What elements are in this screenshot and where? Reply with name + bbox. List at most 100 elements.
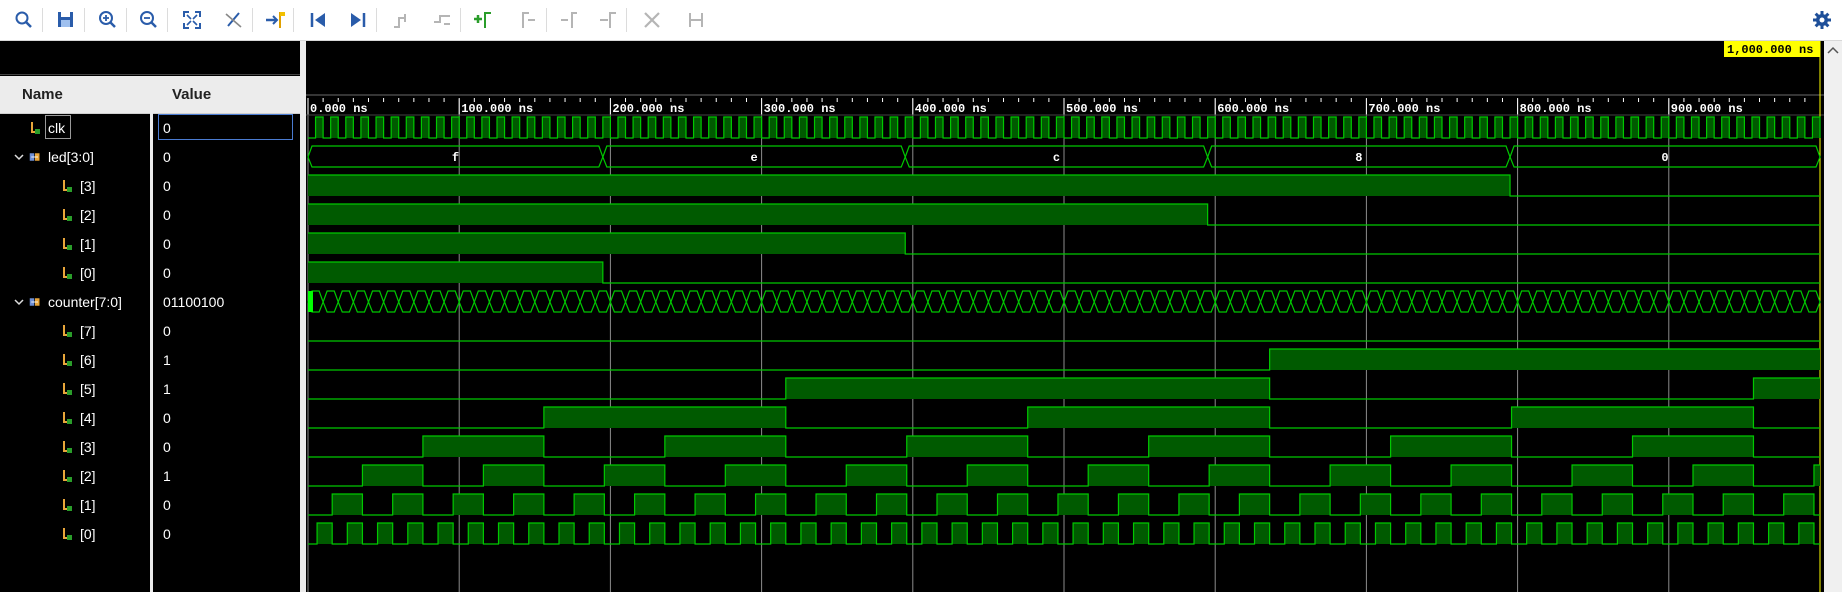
value-column-header[interactable]: Value	[172, 86, 211, 103]
bit-signal-icon	[63, 354, 72, 366]
wave-high-fill	[1600, 117, 1609, 138]
toolbar-separator	[126, 8, 127, 32]
next-transition-icon	[434, 15, 450, 25]
wave-high-fill	[965, 117, 974, 138]
wave-high-fill	[1118, 494, 1149, 515]
zoom-fit-button[interactable]	[180, 8, 204, 32]
wave-high-fill	[1525, 117, 1533, 138]
wave-high-fill	[935, 117, 944, 138]
wave-high-fill	[1132, 117, 1140, 138]
scroll-up-arrow-icon[interactable]	[1824, 41, 1842, 61]
wave-high-fill	[1481, 494, 1512, 515]
waveform-canvas[interactable]: 0.000 ns 100.000 ns 200.000 ns 300.000 ns 40…	[306, 41, 1824, 592]
counter-bus-segment	[443, 290, 460, 313]
signal-name[interactable]: [1]	[80, 234, 96, 254]
counter-bus-segment	[1275, 290, 1292, 313]
counter-bus-segment	[413, 290, 430, 313]
zoom-out-button[interactable]	[137, 8, 161, 32]
wave-high-fill	[481, 117, 490, 138]
wave-high-fill	[708, 117, 717, 138]
wave-high-fill	[1617, 523, 1633, 544]
signal-name[interactable]: [3]	[80, 176, 96, 196]
vertical-scrollbar[interactable]	[1824, 41, 1842, 592]
save-button[interactable]	[54, 8, 78, 32]
bit-signal-icon	[31, 122, 40, 134]
counter-bus-segment	[1154, 290, 1171, 313]
wave-high-fill	[1313, 117, 1322, 138]
add-marker-button[interactable]	[470, 8, 494, 32]
remove-marker-button[interactable]	[640, 8, 664, 32]
go-to-end-button[interactable]	[346, 8, 370, 32]
wave-high-fill	[332, 494, 363, 515]
wave-high-fill	[1647, 523, 1663, 544]
signal-name[interactable]: [0]	[80, 263, 96, 283]
add-marker-icon	[474, 12, 491, 28]
wave-high-fill	[1631, 117, 1639, 138]
signal-name[interactable]: [5]	[80, 379, 96, 399]
counter-bus-segment	[776, 290, 793, 313]
signal-name[interactable]: [2]	[80, 466, 96, 486]
signal-name[interactable]: led[3:0]	[48, 147, 94, 167]
signal-name[interactable]: [0]	[80, 524, 96, 544]
counter-bus-segment	[488, 290, 506, 313]
previous-transition-button[interactable]	[390, 8, 414, 32]
signal-name[interactable]: [7]	[80, 321, 96, 341]
wave-high-fill	[1691, 117, 1700, 138]
toolbar-separator	[84, 8, 85, 32]
wave-high-fill	[1813, 465, 1820, 486]
cursor-disable-button[interactable]	[222, 8, 246, 32]
swap-cursors-button[interactable]	[596, 8, 620, 32]
wave-high-fill	[392, 494, 423, 515]
wave-high-fill	[468, 523, 484, 544]
signal-name[interactable]: clk	[48, 118, 65, 138]
next-transition-button[interactable]	[430, 8, 454, 32]
signal-name[interactable]: [1]	[80, 495, 96, 515]
wave-high-fill	[1086, 117, 1095, 138]
bit-signal-icon	[63, 325, 72, 337]
bit-signal-icon	[63, 267, 72, 279]
wave-high-fill	[1464, 117, 1473, 138]
wave-high-fill	[1056, 117, 1064, 138]
counter-bus-segment	[1017, 290, 1035, 313]
go-to-start-button[interactable]	[306, 8, 330, 32]
wave-high-fill	[1116, 117, 1125, 138]
zoom-in-button[interactable]	[96, 8, 120, 32]
next-marker-button[interactable]	[556, 8, 580, 32]
counter-bus-segment	[382, 290, 400, 313]
signal-name[interactable]: counter[7:0]	[48, 292, 122, 312]
wave-high-fill	[308, 262, 603, 283]
counter-bus-segment	[760, 290, 778, 313]
signal-name[interactable]: [4]	[80, 408, 96, 428]
counter-bus-segment	[1048, 290, 1065, 313]
wave-high-fill	[377, 523, 393, 544]
wave-high-fill	[844, 117, 853, 138]
previous-marker-button[interactable]	[516, 8, 540, 32]
go-to-cursor-button[interactable]	[263, 8, 287, 32]
wave-high-fill	[861, 523, 877, 544]
name-column-header[interactable]: Name	[22, 86, 63, 103]
save-icon	[58, 12, 73, 27]
snap-to-transition-button[interactable]	[684, 8, 708, 32]
signal-value: 0	[163, 236, 171, 252]
signal-name[interactable]: [3]	[80, 437, 96, 457]
search-button[interactable]	[12, 8, 36, 32]
signal-value: 0	[163, 497, 171, 513]
signal-name[interactable]: [6]	[80, 350, 96, 370]
wave-high-fill	[512, 117, 520, 138]
signal-value: 0	[163, 207, 171, 223]
settings-button[interactable]	[1810, 8, 1834, 32]
wave-high-fill	[1602, 494, 1633, 515]
toolbar-separator	[626, 8, 627, 32]
wave-high-fill	[1178, 494, 1210, 515]
signal-name[interactable]: [2]	[80, 205, 96, 225]
chevron-down-icon[interactable]	[13, 151, 25, 163]
counter-bus-segment	[866, 290, 884, 313]
wave-high-fill	[1194, 523, 1210, 544]
column-divider[interactable]	[150, 76, 153, 592]
wave-high-fill	[1222, 117, 1231, 138]
time-tick-label: 300.000 ns	[764, 102, 836, 116]
chevron-down-icon[interactable]	[13, 296, 25, 308]
wave-high-fill	[1057, 494, 1089, 515]
bus-signal-icon	[29, 298, 40, 306]
bit-signal-icon	[63, 441, 72, 453]
